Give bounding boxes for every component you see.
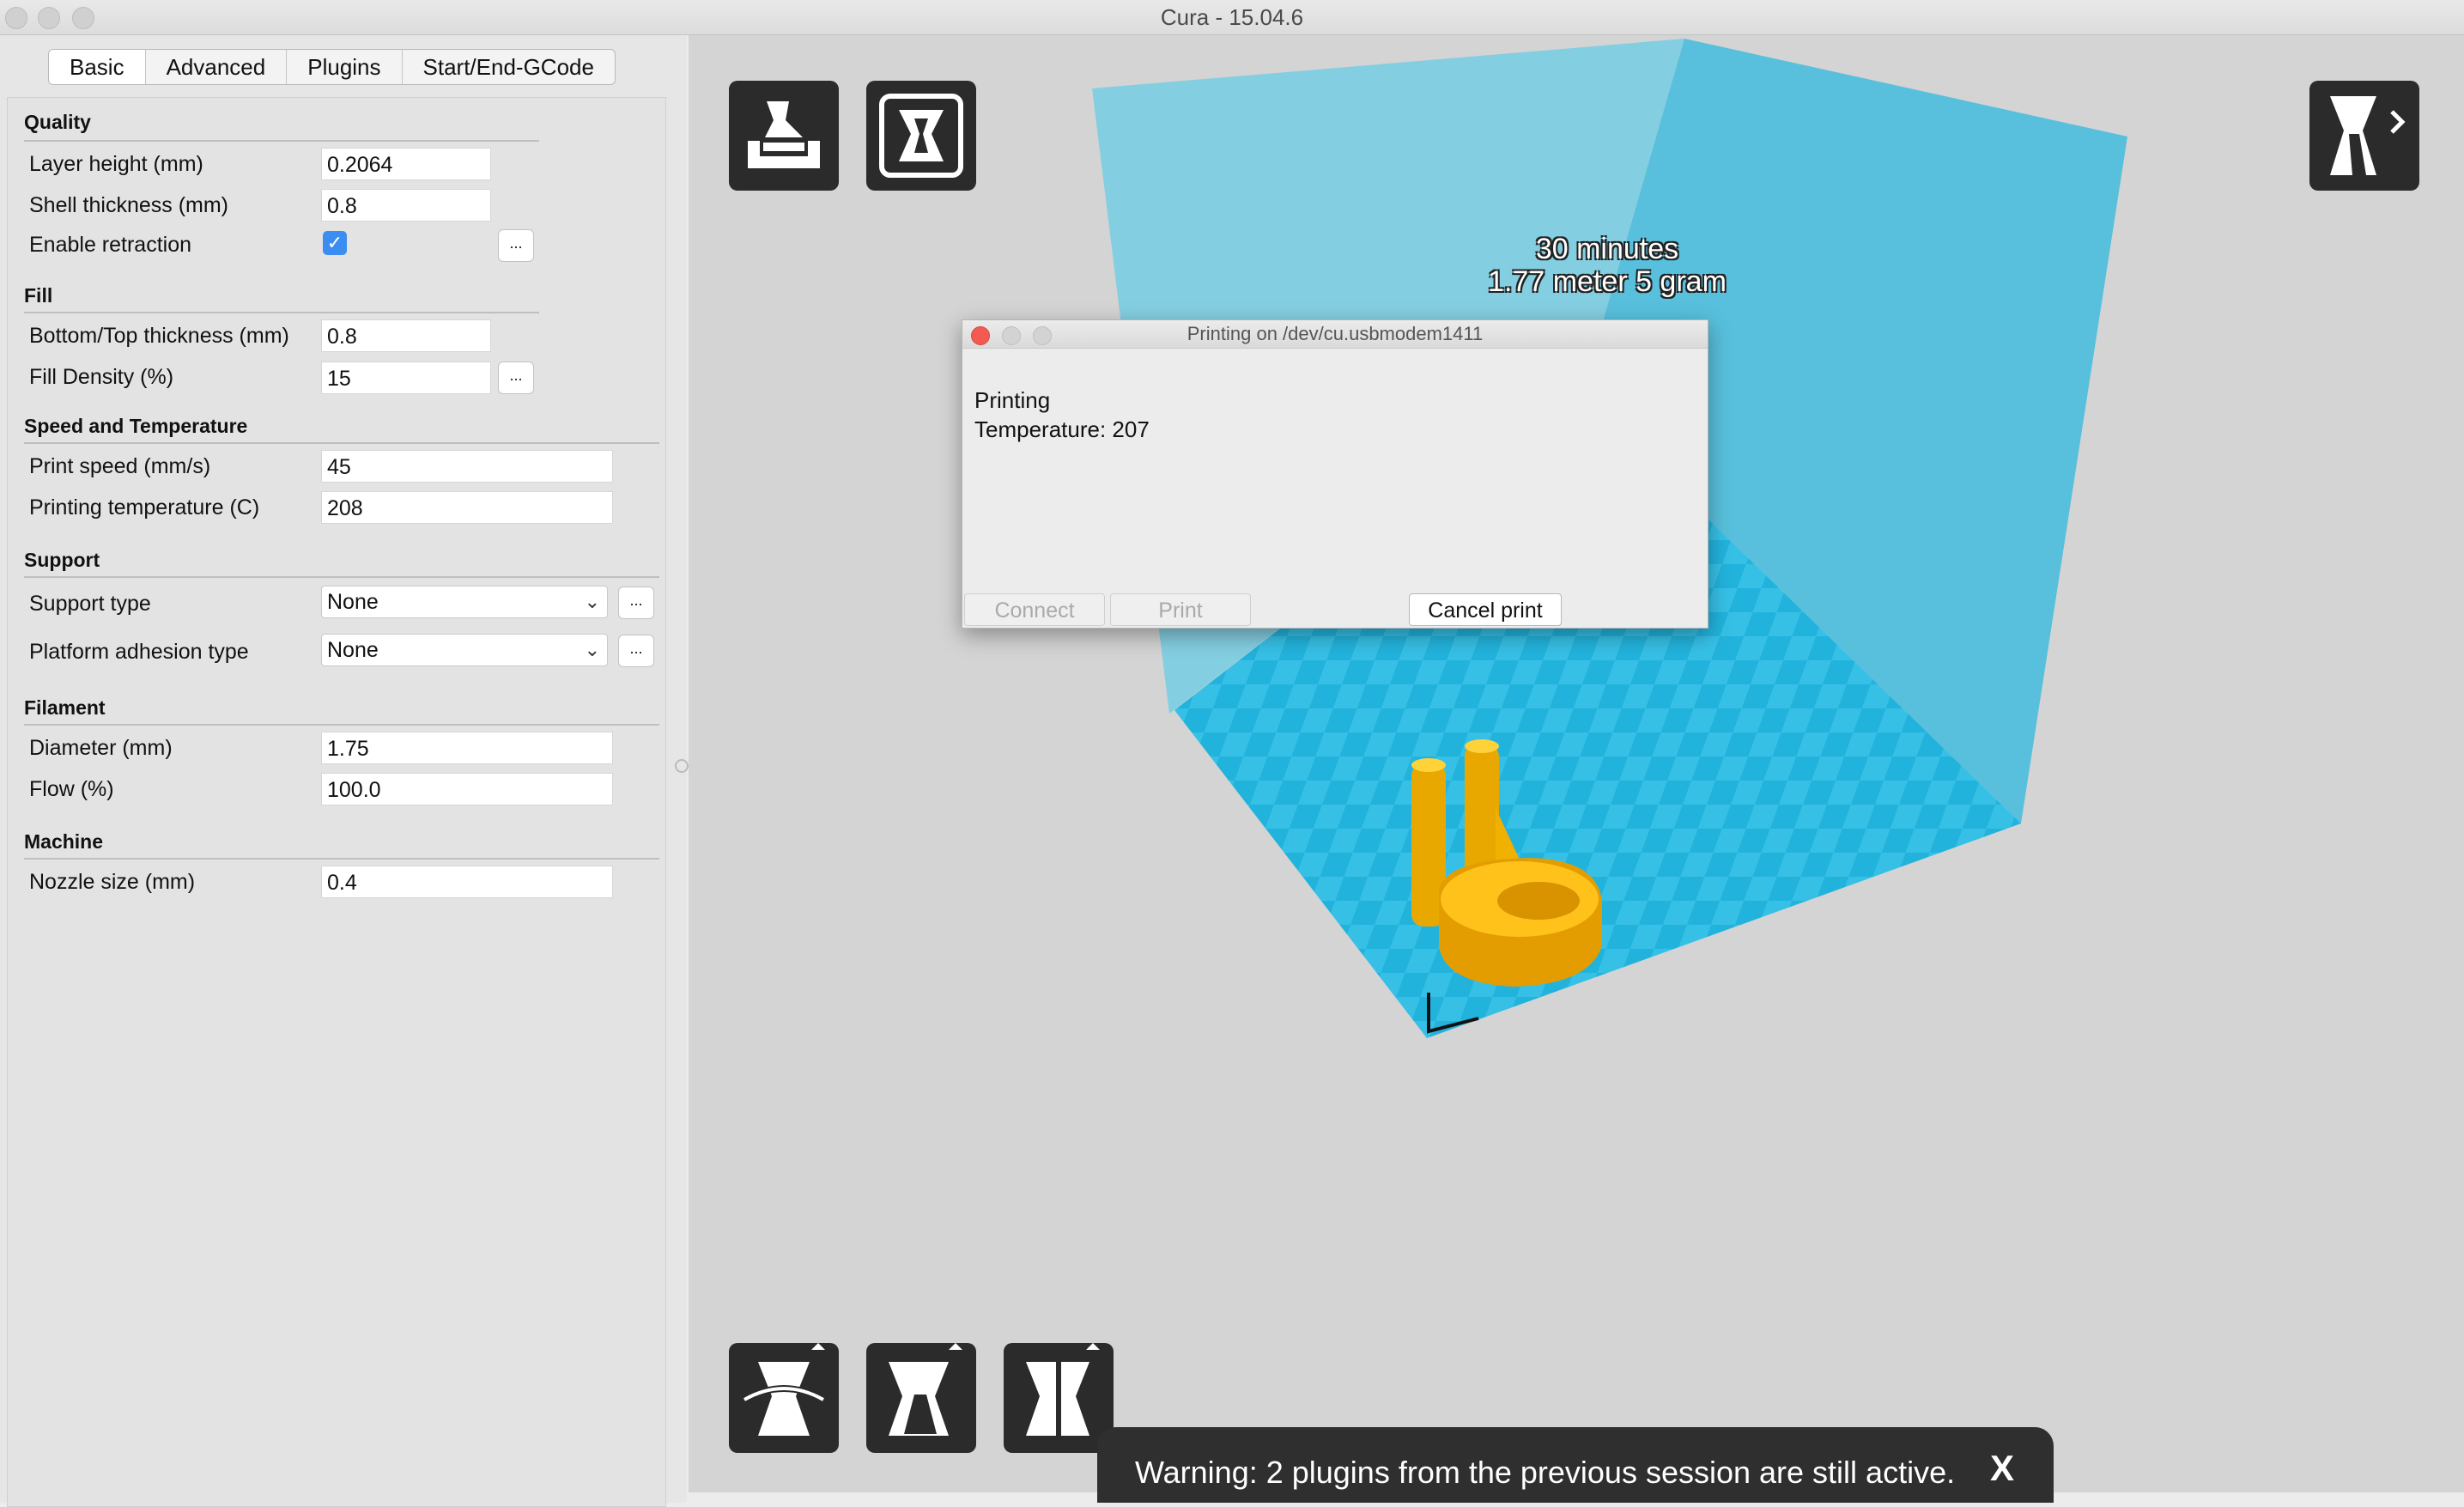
view-mode-icon [2330,96,2406,175]
section-title-machine: Machine [24,830,104,853]
section-divider [24,312,539,313]
fill-density-input[interactable]: 15 [321,362,491,394]
panel-splitter-handle[interactable] [675,759,689,773]
close-warning-button[interactable]: X [1990,1448,2014,1489]
chevron-down-icon: ⌄ [584,639,600,660]
section-divider [24,140,539,142]
dialog-close-button[interactable] [971,326,990,345]
chevron-down-icon: ⌄ [584,591,600,612]
dialog-print-button[interactable]: Print [1110,593,1251,626]
support-type-select[interactable]: None ⌄ [321,586,608,618]
section-title-fill: Fill [24,284,53,307]
tab-basic[interactable]: Basic [49,50,146,84]
scale-tool-button[interactable] [866,1343,976,1453]
view-mode-button[interactable] [2309,81,2419,191]
dialog-minimize-button[interactable] [1002,326,1021,345]
print-speed-input[interactable]: 45 [321,450,613,483]
connect-button[interactable]: Connect [964,593,1105,626]
load-folder-icon [748,101,820,168]
plugin-warning-text: Warning: 2 plugins from the previous ses… [1135,1455,1956,1490]
printing-status: Printing [974,387,1051,413]
print-time: 30 minutes [1535,233,1679,265]
platform-adhesion-select[interactable]: None ⌄ [321,634,608,666]
minimize-window-button[interactable] [38,7,60,29]
settings-tabs: Basic Advanced Plugins Start/End-GCode [48,49,616,85]
printing-dialog-title-bar: Printing on /dev/cu.usbmodem1411 [962,320,1708,349]
section-title-filament: Filament [24,696,106,719]
layer-height-label: Layer height (mm) [29,152,203,176]
3d-viewport[interactable]: 30 minutes 1.77 meter 5 gram [689,35,2464,1492]
window-title-bar: Cura - 15.04.6 [0,0,2464,35]
support-type-value: None [327,590,379,614]
platform-adhesion-label: Platform adhesion type [29,640,249,664]
print-button[interactable] [866,81,976,191]
diameter-input[interactable]: 1.75 [321,732,613,764]
settings-panel: Basic Advanced Plugins Start/End-GCode Q… [0,35,687,1507]
nozzle-size-label: Nozzle size (mm) [29,870,196,894]
flow-input[interactable]: 100.0 [321,773,613,805]
load-model-button[interactable] [729,81,839,191]
section-title-speed-temperature: Speed and Temperature [24,415,248,437]
window-title: Cura - 15.04.6 [1160,4,1304,30]
support-type-options-button[interactable]: ... [618,586,654,619]
printer-temperature: Temperature: 207 [974,416,1150,442]
scale-icon [889,1343,962,1436]
print-material: 1.77 meter 5 gram [1488,265,1727,298]
plugin-warning-bar: Warning: 2 plugins from the previous ses… [1097,1427,2054,1503]
close-window-button[interactable] [5,7,27,29]
section-divider [24,724,659,726]
flow-label: Flow (%) [29,777,114,801]
support-type-label: Support type [29,592,151,616]
tab-plugins[interactable]: Plugins [287,50,403,84]
cancel-print-button[interactable]: Cancel print [1409,593,1562,626]
enable-retraction-checkbox[interactable]: ✓ [323,231,347,255]
print-speed-label: Print speed (mm/s) [29,454,211,478]
bottom-top-thickness-input[interactable]: 0.8 [321,319,491,352]
shell-thickness-label: Shell thickness (mm) [29,193,228,217]
print-estimate: 30 minutes 1.77 meter 5 gram [1478,233,1736,298]
nozzle-size-input[interactable]: 0.4 [321,866,613,898]
printing-status-text: Printing Temperature: 207 [974,386,1150,444]
fill-density-label: Fill Density (%) [29,365,174,389]
mirror-tool-button[interactable] [1004,1343,1114,1453]
section-title-support: Support [24,549,100,571]
fill-density-options-button[interactable]: ... [498,362,534,394]
tab-advanced[interactable]: Advanced [146,50,288,84]
print-usb-icon [879,94,963,178]
bottom-top-thickness-label: Bottom/Top thickness (mm) [29,324,289,348]
section-divider [24,858,659,860]
printing-dialog-title: Printing on /dev/cu.usbmodem1411 [1186,323,1484,344]
rotate-icon [743,1343,825,1436]
section-divider [24,576,659,578]
printing-temperature-input[interactable]: 208 [321,491,613,524]
dialog-zoom-button[interactable] [1033,326,1052,345]
mirror-icon [1026,1343,1100,1441]
section-title-quality: Quality [24,111,91,133]
rotate-tool-button[interactable] [729,1343,839,1453]
diameter-label: Diameter (mm) [29,736,173,760]
retraction-options-button[interactable]: ... [498,229,534,262]
printing-dialog: Printing on /dev/cu.usbmodem1411 Printin… [962,319,1708,629]
zoom-window-button[interactable] [72,7,94,29]
layer-height-input[interactable]: 0.2064 [321,148,491,180]
printing-temperature-label: Printing temperature (C) [29,495,260,520]
section-divider [24,442,659,444]
tab-start-end-gcode[interactable]: Start/End-GCode [403,50,615,84]
enable-retraction-label: Enable retraction [29,233,192,257]
platform-adhesion-options-button[interactable]: ... [618,635,654,667]
platform-adhesion-value: None [327,638,379,662]
shell-thickness-input[interactable]: 0.8 [321,189,491,222]
